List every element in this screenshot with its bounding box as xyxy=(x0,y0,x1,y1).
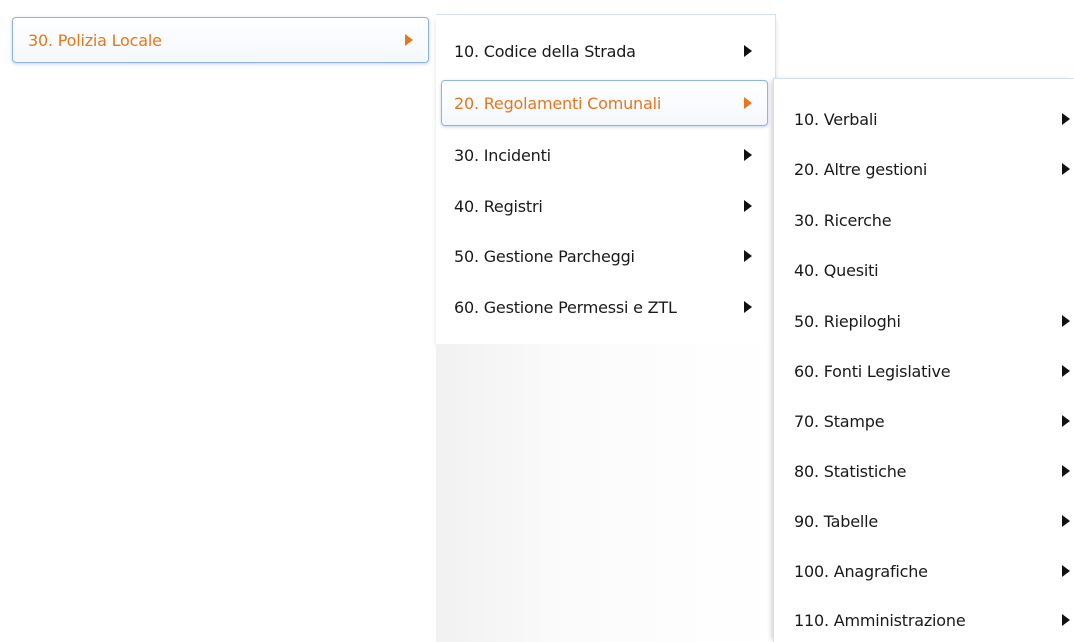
menu-item-label: 80. Statistiche xyxy=(794,461,907,481)
menu-item-altre-gestioni[interactable]: 20. Altre gestioni xyxy=(784,147,1074,191)
submenu-arrow-icon xyxy=(1062,315,1070,327)
menu-item-label: 30. Incidenti xyxy=(454,145,551,165)
menu-item-label: 10. Codice della Strada xyxy=(454,41,636,61)
menu-item-label: 20. Regolamenti Comunali xyxy=(454,93,662,113)
menu-item-incidenti[interactable]: 30. Incidenti xyxy=(444,133,766,177)
submenu-arrow-icon xyxy=(1062,415,1070,427)
submenu-arrow-icon xyxy=(744,149,752,161)
submenu-arrow-icon xyxy=(744,301,752,313)
menu-item-label: 70. Stampe xyxy=(794,411,885,431)
menu-item-label: 30. Ricerche xyxy=(794,210,892,230)
menu-item-gestione-parcheggi[interactable]: 50. Gestione Parcheggi xyxy=(444,234,766,278)
menu-item-label: 50. Gestione Parcheggi xyxy=(454,246,635,266)
menu-item-label: 10. Verbali xyxy=(794,109,878,129)
submenu-arrow-icon xyxy=(744,250,752,262)
menu-item-ricerche[interactable]: 30. Ricerche xyxy=(784,198,1074,242)
menu-item-quesiti[interactable]: 40. Quesiti xyxy=(784,248,1074,292)
submenu-arrow-icon xyxy=(744,200,752,212)
submenu-arrow-icon xyxy=(1062,365,1070,377)
menu-item-regolamenti-comunali[interactable]: 20. Regolamenti Comunali xyxy=(441,80,768,126)
menu-item-label: 60. Gestione Permessi e ZTL xyxy=(454,297,677,317)
menu-item-label: 60. Fonti Legislative xyxy=(794,361,951,381)
submenu-arrow-icon xyxy=(1062,565,1070,577)
menu-item-label: 40. Registri xyxy=(454,196,543,216)
menu-item-riepiloghi[interactable]: 50. Riepiloghi xyxy=(784,299,1074,343)
menu-item-tabelle[interactable]: 90. Tabelle xyxy=(784,499,1074,543)
menu-item-verbali[interactable]: 10. Verbali xyxy=(784,97,1074,141)
submenu-arrow-icon xyxy=(744,97,752,109)
menu-item-polizia-locale[interactable]: 30. Polizia Locale xyxy=(12,17,429,63)
menu-item-label: 100. Anagrafiche xyxy=(794,561,928,581)
menu-item-label: 30. Polizia Locale xyxy=(28,30,162,50)
menu-item-label: 90. Tabelle xyxy=(794,511,878,531)
menu-item-fonti-legislative[interactable]: 60. Fonti Legislative xyxy=(784,349,1074,393)
menu-item-gestione-permessi-ztl[interactable]: 60. Gestione Permessi e ZTL xyxy=(444,285,766,329)
submenu-arrow-icon xyxy=(1062,163,1070,175)
menu-item-codice-della-strada[interactable]: 10. Codice della Strada xyxy=(444,29,766,73)
submenu-arrow-icon xyxy=(1062,113,1070,125)
menu-item-stampe[interactable]: 70. Stampe xyxy=(784,399,1074,443)
menu-item-statistiche[interactable]: 80. Statistiche xyxy=(784,449,1074,493)
menu-item-anagrafiche[interactable]: 100. Anagrafiche xyxy=(784,549,1074,593)
menu-item-label: 110. Amministrazione xyxy=(794,610,966,630)
menu-item-label: 50. Riepiloghi xyxy=(794,311,901,331)
menu-item-amministrazione[interactable]: 110. Amministrazione xyxy=(784,598,1074,642)
submenu-arrow-icon xyxy=(744,45,752,57)
menu-item-label: 20. Altre gestioni xyxy=(794,159,928,179)
submenu-arrow-icon xyxy=(405,34,413,46)
submenu-arrow-icon xyxy=(1062,515,1070,527)
panel-shadow-area xyxy=(436,344,776,642)
submenu-arrow-icon xyxy=(1062,465,1070,477)
menu-item-label: 40. Quesiti xyxy=(794,260,879,280)
submenu-arrow-icon xyxy=(1062,614,1070,626)
menu-item-registri[interactable]: 40. Registri xyxy=(444,184,766,228)
